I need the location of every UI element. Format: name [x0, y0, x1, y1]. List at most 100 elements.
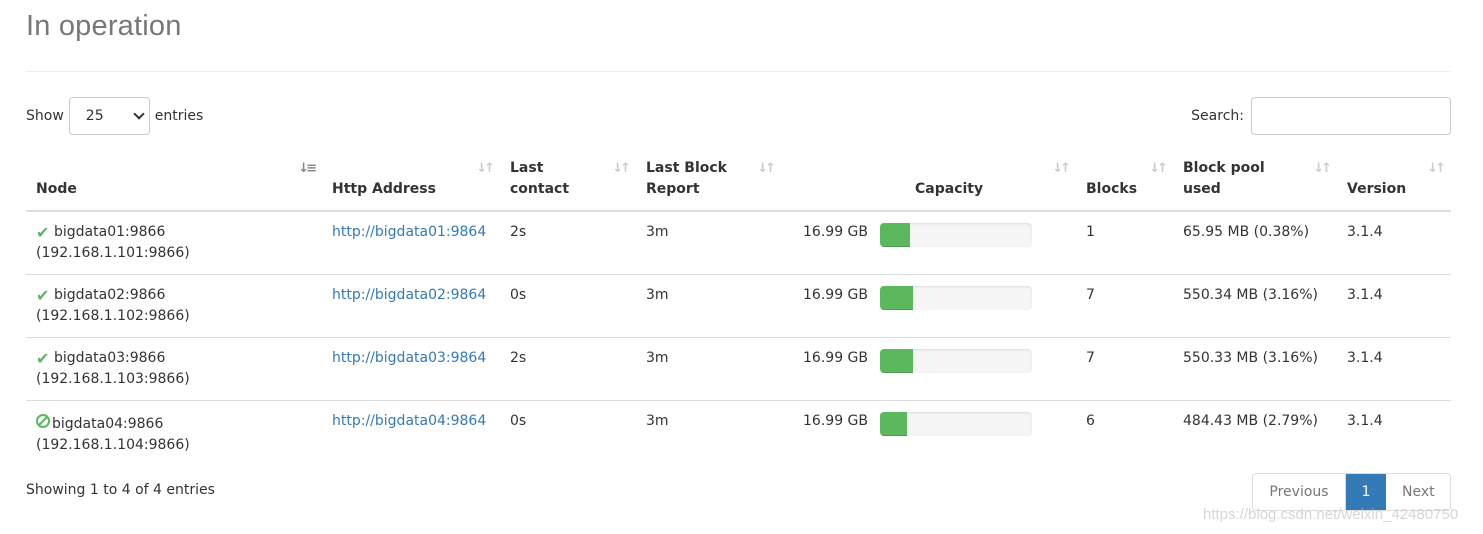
- title-divider: [26, 71, 1451, 72]
- show-label: Show: [26, 108, 64, 124]
- version-cell: 3.1.4: [1337, 274, 1451, 338]
- capacity-text: 16.99 GB: [803, 224, 868, 240]
- last-block-report-cell: 3m: [636, 337, 781, 401]
- watermark: https://blog.csdn.net/weixin_42480750: [1203, 506, 1459, 523]
- column-header-label: Version: [1347, 181, 1407, 197]
- previous-page-button[interactable]: Previous: [1253, 474, 1346, 510]
- last-contact-cell: 2s: [510, 224, 527, 240]
- capacity-cell: 16.99 GB: [781, 400, 1076, 466]
- capacity-progress: [880, 349, 1032, 373]
- check-icon: ✔: [36, 223, 50, 242]
- capacity-progress-fill: [880, 223, 911, 247]
- node-cell: ✔ bigdata01:9866 (192.168.1.101:9866): [26, 211, 322, 275]
- sort-icon[interactable]: ↓↑: [476, 158, 495, 179]
- node-name: bigdata04:9866: [52, 416, 164, 432]
- http-address-cell: http://bigdata01:9864: [322, 211, 500, 275]
- column-header-capacity[interactable]: Capacity ↓↑: [781, 150, 1076, 212]
- table-row: bigdata04:9866 (192.168.1.104:9866) http:/…: [26, 400, 1451, 466]
- sort-icon[interactable]: ↓↑: [612, 158, 631, 179]
- node-ip: (192.168.1.102:9866): [36, 308, 190, 324]
- search-label: Search:: [1191, 108, 1244, 124]
- last-block-report-cell: 3m: [636, 400, 781, 466]
- blocks-cell: 7: [1076, 337, 1173, 401]
- http-address-link[interactable]: http://bigdata02:9864: [332, 287, 486, 303]
- column-header-block-pool-used[interactable]: Block pool used ↓↑: [1173, 150, 1337, 212]
- capacity-text: 16.99 GB: [803, 287, 868, 303]
- block-pool-used-cell: 550.33 MB (3.16%): [1173, 337, 1337, 401]
- block-pool-used-cell: 484.43 MB (2.79%): [1173, 400, 1337, 466]
- table-row: ✔ bigdata02:9866 (192.168.1.102:9866) http:…: [26, 274, 1451, 338]
- last-contact-cell: 2s: [500, 337, 636, 401]
- datanodes-table: Node ↓≡ Http Address ↓↑ Last contact ↓↑ Last B…: [26, 150, 1451, 466]
- capacity-cell: 16.99 GB: [781, 274, 1076, 338]
- column-header-label: Block pool used: [1183, 160, 1265, 197]
- entries-per-page-select[interactable]: 25: [68, 97, 150, 135]
- column-header-last-block-report[interactable]: Last Block Report ↓↑: [636, 150, 781, 212]
- page-1-button[interactable]: 1: [1346, 474, 1386, 510]
- decommissioned-icon: [36, 414, 50, 428]
- http-address-cell: http://bigdata03:9864: [322, 337, 500, 401]
- capacity-progress-fill: [880, 349, 914, 373]
- capacity-text: 16.99 GB: [803, 350, 868, 366]
- column-header-blocks[interactable]: Blocks ↓↑: [1076, 150, 1173, 212]
- http-address-link[interactable]: http://bigdata01:9864: [332, 224, 486, 240]
- node-ip: (192.168.1.104:9866): [36, 437, 190, 453]
- capacity-cell: 16.99 GB: [781, 211, 1076, 275]
- node-ip: (192.168.1.101:9866): [36, 245, 190, 261]
- next-page-button[interactable]: Next: [1386, 474, 1450, 510]
- column-header-http-address[interactable]: Http Address ↓↑: [322, 150, 500, 212]
- node-cell: bigdata04:9866 (192.168.1.104:9866): [26, 400, 322, 466]
- http-address-cell: http://bigdata04:9864: [322, 400, 500, 466]
- entries-label: entries: [154, 108, 204, 124]
- http-address-link[interactable]: http://bigdata04:9864: [332, 413, 486, 429]
- node-cell: ✔ bigdata02:9866 (192.168.1.102:9866): [26, 274, 322, 338]
- block-pool-used-cell: 550.34 MB (3.16%): [1173, 274, 1337, 338]
- table-row: ✔ bigdata01:9866 (192.168.1.101:9866) http:…: [26, 211, 1451, 275]
- search-input[interactable]: [1251, 97, 1451, 135]
- node-ip: (192.168.1.103:9866): [36, 371, 190, 387]
- last-contact-cell: 0s: [500, 274, 636, 338]
- node-cell: ✔ bigdata03:9866 (192.168.1.103:9866): [26, 337, 322, 401]
- search-control: Search:: [1191, 97, 1451, 135]
- capacity-progress-fill: [880, 286, 914, 310]
- column-header-label: Blocks: [1086, 181, 1138, 197]
- sort-icon[interactable]: ↓↑: [1313, 158, 1332, 179]
- capacity-progress: [880, 223, 1032, 247]
- capacity-progress: [880, 286, 1032, 310]
- sort-icon[interactable]: ↓↑: [1149, 158, 1168, 179]
- entries-length-control: Show 25 entries: [26, 97, 203, 135]
- node-name: bigdata02:9866: [54, 287, 166, 303]
- last-block-report-cell: 3m: [636, 274, 781, 338]
- sort-icon[interactable]: ↓↑: [757, 158, 776, 179]
- column-header-label: Capacity: [915, 181, 984, 197]
- column-header-version[interactable]: Version ↓↑: [1337, 150, 1451, 212]
- capacity-cell: 16.99 GB: [781, 337, 1076, 401]
- sort-ascending-icon[interactable]: ↓≡: [298, 158, 317, 179]
- version-cell: 3.1.4: [1347, 224, 1383, 240]
- http-address-link[interactable]: http://bigdata03:9864: [332, 350, 486, 366]
- blocks-cell: 7: [1076, 274, 1173, 338]
- blocks-cell: 1: [1086, 224, 1095, 240]
- table-info: Showing 1 to 4 of 4 entries: [26, 482, 215, 498]
- capacity-progress-fill: [880, 412, 908, 436]
- table-header-row: Node ↓≡ Http Address ↓↑ Last contact ↓↑ Last B…: [26, 150, 1451, 212]
- blocks-cell: 6: [1076, 400, 1173, 466]
- version-cell: 3.1.4: [1337, 400, 1451, 466]
- sort-icon[interactable]: ↓↑: [1427, 158, 1446, 179]
- table-row: ✔ bigdata03:9866 (192.168.1.103:9866) http:…: [26, 337, 1451, 401]
- check-icon: ✔: [36, 349, 50, 368]
- block-pool-used-cell: 65.95 MB (0.38%): [1183, 224, 1310, 240]
- column-header-node[interactable]: Node ↓≡: [26, 150, 322, 212]
- sort-icon[interactable]: ↓↑: [1052, 158, 1071, 179]
- last-block-report-cell: 3m: [646, 224, 669, 240]
- column-header-label: Last contact: [510, 160, 570, 197]
- column-header-label: Http Address: [332, 181, 436, 197]
- last-contact-cell: 0s: [500, 400, 636, 466]
- http-address-cell: http://bigdata02:9864: [322, 274, 500, 338]
- capacity-progress: [880, 412, 1032, 436]
- column-header-label: Last Block Report: [646, 160, 727, 197]
- node-name: bigdata01:9866: [54, 224, 166, 240]
- version-cell: 3.1.4: [1337, 337, 1451, 401]
- node-name: bigdata03:9866: [54, 350, 166, 366]
- column-header-last-contact[interactable]: Last contact ↓↑: [500, 150, 636, 212]
